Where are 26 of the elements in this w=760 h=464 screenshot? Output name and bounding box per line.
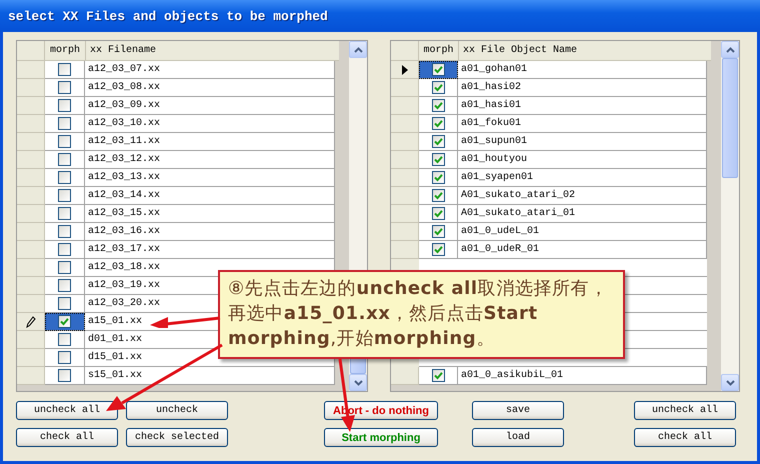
table-cell: a12_03_09.xx <box>85 97 335 115</box>
table-cell: a01_supun01 <box>458 133 707 151</box>
table-cell: a01_syapen01 <box>458 169 707 187</box>
table-cell: a01_0_udeL_01 <box>458 223 707 241</box>
table-cell: a01_gohan01 <box>458 61 707 79</box>
table-cell: a01_houtyou <box>458 151 707 169</box>
table-cell: a01_hasi01 <box>458 97 707 115</box>
table-cell: a12_03_08.xx <box>85 79 335 97</box>
table-cell: a12_03_16.xx <box>85 223 335 241</box>
table-cell: A01_sukato_atari_01 <box>458 205 707 223</box>
table-cell: a01_0_asikubiL_01 <box>458 367 707 385</box>
table-cell: A01_sukato_atari_02 <box>458 187 707 205</box>
instruction-tooltip: ⑧先点击左边的uncheck all取消选择所有，再选中a15_01.xx，然后点击Start morphing,开始morphing。 <box>218 270 625 359</box>
table-cell: a12_03_14.xx <box>85 187 335 205</box>
table-cell: a12_03_07.xx <box>85 61 335 79</box>
table-cell: a12_03_10.xx <box>85 115 335 133</box>
table-cell: a12_03_12.xx <box>85 151 335 169</box>
table-cell: a12_03_15.xx <box>85 205 335 223</box>
table-cell: a12_03_17.xx <box>85 241 335 259</box>
window-title: select XX Files and objects to be morphed <box>8 8 328 24</box>
table-cell: a01_hasi02 <box>458 79 707 97</box>
table-cell: a12_03_13.xx <box>85 169 335 187</box>
table-cell: a01_0_udeR_01 <box>458 241 707 259</box>
table-cell: a01_foku01 <box>458 115 707 133</box>
table-cell: s15_01.xx <box>85 367 335 385</box>
table-cell: a12_03_11.xx <box>85 133 335 151</box>
